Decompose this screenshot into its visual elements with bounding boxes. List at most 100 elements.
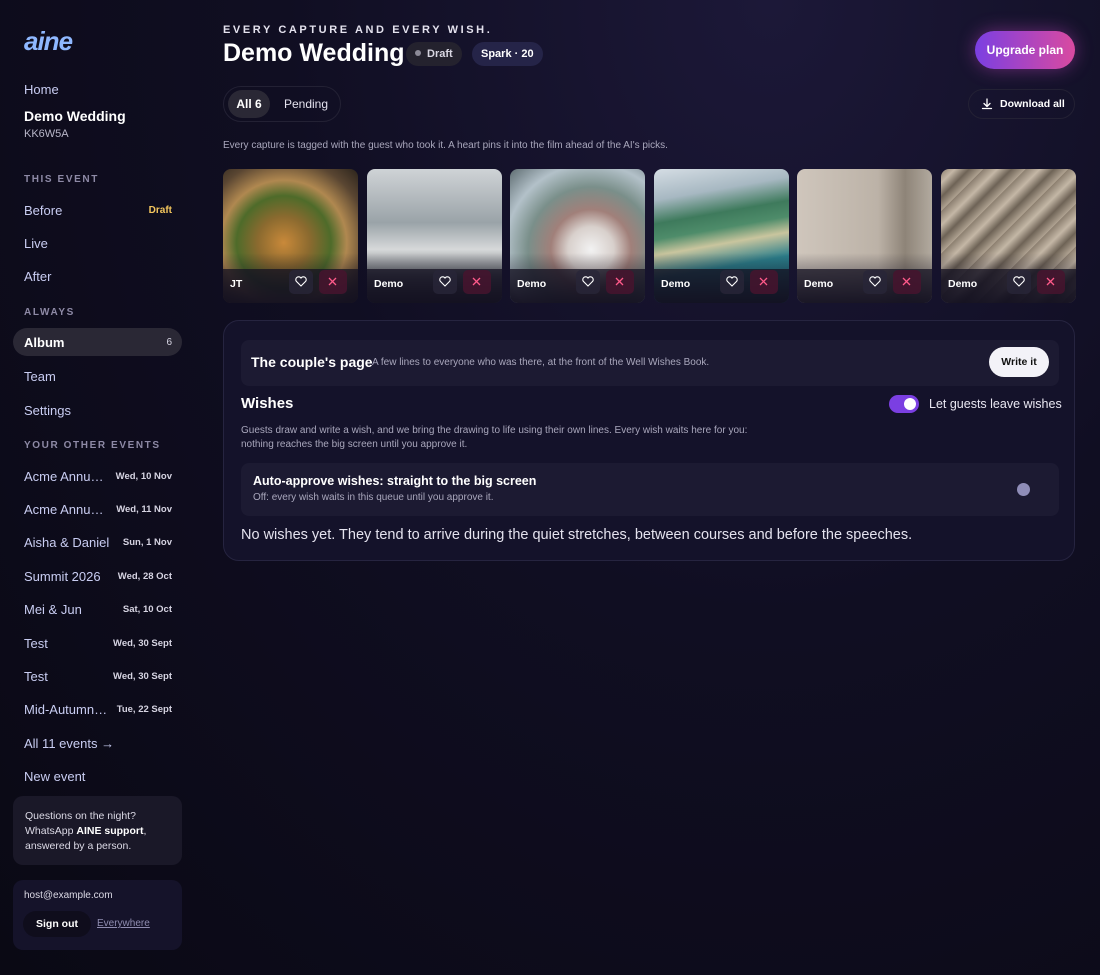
- download-all-button[interactable]: Download all: [968, 89, 1075, 119]
- reject-button[interactable]: [750, 270, 778, 294]
- sidebar: aine Home Demo Wedding KK6W5A THIS EVENT…: [0, 0, 196, 975]
- nav-before[interactable]: Before: [24, 203, 62, 218]
- other-event-name: Test: [24, 636, 48, 651]
- page-title: Demo Wedding: [223, 39, 405, 67]
- other-event-item[interactable]: Acme Annual Dinner Wed, 10 Nov: [24, 469, 172, 485]
- other-event-item[interactable]: Summit 2026 Wed, 28 Oct: [24, 569, 172, 585]
- status-badge: Draft: [406, 42, 462, 66]
- heart-button[interactable]: [289, 270, 313, 294]
- photo-card[interactable]: Demo: [797, 169, 932, 303]
- other-event-name: Acme Annual Dinner: [24, 502, 110, 517]
- close-icon: [902, 277, 911, 286]
- reject-button[interactable]: [319, 270, 347, 294]
- support-link[interactable]: AINE support: [76, 825, 143, 837]
- heart-button[interactable]: [863, 270, 887, 294]
- nav-after[interactable]: After: [24, 269, 51, 284]
- other-event-item[interactable]: Mid-Autumn Festival Tue, 22 Sept: [24, 702, 172, 718]
- sign-out-everywhere-link[interactable]: Everywhere: [97, 918, 150, 929]
- heart-icon: [582, 276, 594, 287]
- wishes-panel: The couple's page A few lines to everyon…: [223, 320, 1075, 561]
- other-event-item[interactable]: Aisha & Daniel Sun, 1 Nov: [24, 535, 172, 551]
- filter-tabs: All 6 Pending: [223, 86, 341, 122]
- nav-album-label: Album: [24, 335, 65, 350]
- other-event-item[interactable]: Test Wed, 30 Sept: [24, 669, 172, 685]
- other-event-name: Aisha & Daniel: [24, 535, 110, 550]
- reject-button[interactable]: [1037, 270, 1065, 294]
- nav-home[interactable]: Home: [24, 82, 59, 97]
- heart-button[interactable]: [576, 270, 600, 294]
- heart-button[interactable]: [433, 270, 457, 294]
- heart-icon: [869, 276, 881, 287]
- nav-album[interactable]: Album 6: [13, 328, 182, 356]
- nav-settings[interactable]: Settings: [24, 403, 71, 418]
- reject-button[interactable]: [606, 270, 634, 294]
- other-event-name: Mei & Jun: [24, 602, 82, 617]
- close-icon: [328, 277, 337, 286]
- couples-page-subtitle: A few lines to everyone who was there, a…: [372, 357, 710, 368]
- other-event-item[interactable]: Mei & Jun Sat, 10 Oct: [24, 602, 172, 618]
- toggle-knob: [904, 398, 916, 410]
- heart-icon: [439, 276, 451, 287]
- photo-card[interactable]: Demo: [510, 169, 645, 303]
- upgrade-plan-button[interactable]: Upgrade plan: [975, 31, 1075, 69]
- nav-live[interactable]: Live: [24, 236, 48, 251]
- other-event-item[interactable]: Acme Annual Dinner Wed, 11 Nov: [24, 502, 172, 518]
- all-events-link[interactable]: All 11 events →: [24, 736, 114, 751]
- download-all-label: Download all: [1000, 98, 1065, 110]
- nav-team[interactable]: Team: [24, 369, 56, 384]
- before-draft-tag: Draft: [148, 205, 172, 216]
- support-comma: ,: [143, 825, 147, 837]
- wishes-empty-message: No wishes yet. They tend to arrive durin…: [241, 527, 913, 543]
- reject-button[interactable]: [463, 270, 491, 294]
- wishes-description: Guests draw and write a wish, and we bri…: [241, 425, 748, 450]
- heart-button[interactable]: [1007, 270, 1031, 294]
- auto-approve-row: Auto-approve wishes: straight to the big…: [241, 463, 1059, 516]
- tab-all[interactable]: All 6: [228, 90, 270, 118]
- tab-pending[interactable]: Pending: [278, 90, 334, 118]
- auto-approve-title: Auto-approve wishes: straight to the big…: [253, 474, 537, 488]
- other-event-date: Sun, 1 Nov: [122, 537, 172, 548]
- heart-button[interactable]: [720, 270, 744, 294]
- other-event-item[interactable]: Test Wed, 30 Sept: [24, 636, 172, 652]
- reject-button[interactable]: [893, 270, 921, 294]
- auto-approve-toggle[interactable]: [1017, 483, 1030, 496]
- close-icon: [615, 277, 624, 286]
- support-line-3: answered by a person.: [25, 840, 132, 852]
- section-label-always: ALWAYS: [24, 307, 75, 318]
- support-line-2: WhatsApp AINE support,: [25, 824, 170, 839]
- other-event-date: Wed, 28 Oct: [117, 571, 172, 582]
- other-event-date: Wed, 30 Sept: [113, 671, 172, 682]
- download-icon: [981, 98, 993, 110]
- guest-wishes-toggle[interactable]: [889, 395, 919, 413]
- section-label-other-events: YOUR OTHER EVENTS: [24, 440, 161, 451]
- current-event-code: KK6W5A: [24, 128, 69, 140]
- photo-author: JT: [230, 278, 243, 290]
- new-event-link[interactable]: New event: [24, 769, 85, 784]
- guest-wishes-toggle-label: Let guests leave wishes: [929, 397, 1062, 411]
- status-badge-label: Draft: [427, 48, 453, 60]
- couples-page-row: The couple's page A few lines to everyon…: [241, 340, 1059, 386]
- photo-card[interactable]: Demo: [941, 169, 1076, 303]
- support-line-1: Questions on the night?: [25, 810, 136, 822]
- app-logo[interactable]: aine: [24, 26, 73, 57]
- support-prefix: WhatsApp: [25, 825, 77, 837]
- photo-card[interactable]: Demo: [367, 169, 502, 303]
- other-event-date: Wed, 11 Nov: [116, 504, 172, 515]
- heart-icon: [1013, 276, 1025, 287]
- current-event-name: Demo Wedding: [24, 108, 126, 124]
- photo-author: Demo: [374, 278, 404, 290]
- close-icon: [759, 277, 768, 286]
- album-caption: Every capture is tagged with the guest w…: [223, 140, 668, 151]
- close-icon: [472, 277, 481, 286]
- other-event-name: Acme Annual Dinner: [24, 469, 110, 484]
- photo-card[interactable]: JT: [223, 169, 358, 303]
- status-dot-icon: [415, 50, 421, 56]
- write-it-button[interactable]: Write it: [989, 347, 1049, 377]
- account-box: host@example.com Sign out Everywhere: [13, 880, 182, 950]
- sign-out-button[interactable]: Sign out: [23, 911, 91, 937]
- photo-card[interactable]: Demo: [654, 169, 789, 303]
- other-event-date: Wed, 30 Sept: [113, 638, 172, 649]
- photo-author: Demo: [661, 278, 691, 290]
- spark-badge: Spark · 20: [472, 42, 543, 66]
- photo-author: Demo: [948, 278, 978, 290]
